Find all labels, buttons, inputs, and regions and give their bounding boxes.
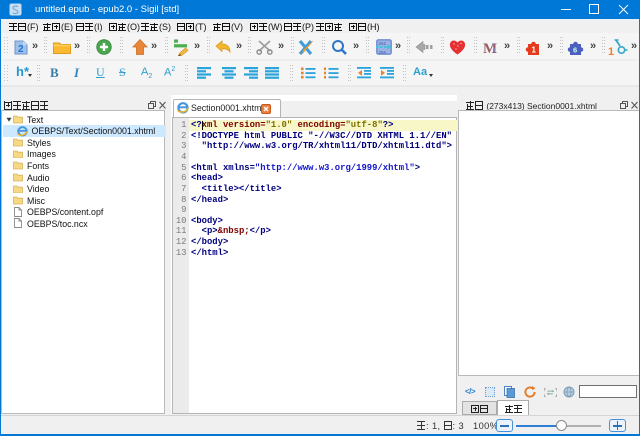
svg-text:255: 255 [379, 50, 387, 55]
svg-text:1: 1 [608, 46, 614, 56]
svg-text:M: M [483, 41, 497, 54]
svg-text:2: 2 [18, 44, 24, 55]
svg-text:252: 252 [379, 41, 387, 46]
svg-text:1: 1 [532, 46, 537, 55]
svg-text:6: 6 [573, 46, 577, 55]
